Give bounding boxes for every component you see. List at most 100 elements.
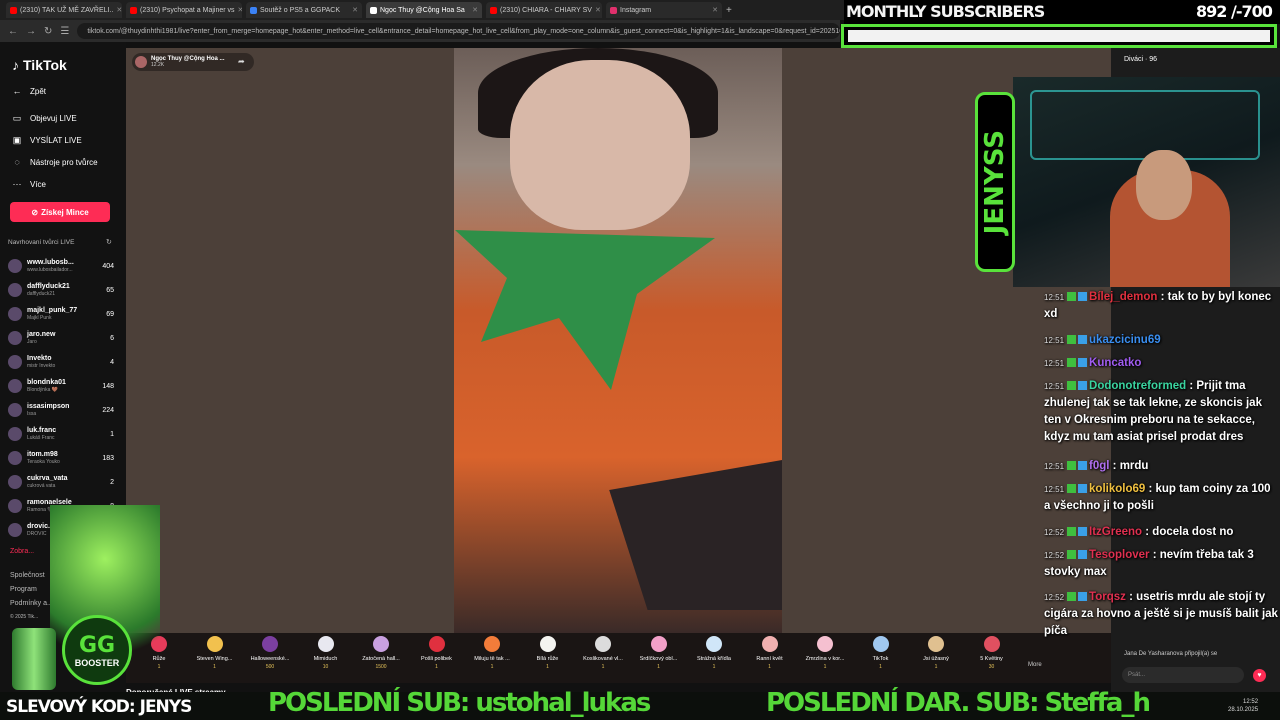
badge-icon — [1078, 527, 1088, 536]
site-info-icon[interactable]: ☰ — [60, 26, 69, 37]
viewer-count[interactable]: Diváci · 96 — [1124, 56, 1157, 63]
monthly-subs-title: MONTHLY SUBSCRIBERS — [846, 2, 1045, 21]
gift-item[interactable]: Mimiduch 10 — [297, 636, 355, 678]
avatar — [8, 355, 22, 369]
gift-item[interactable]: TikTok 1 — [852, 636, 910, 678]
live-tv-icon: ▭ — [12, 113, 22, 123]
gift-item[interactable]: Jsi úžasný 1 — [907, 636, 965, 678]
browser-tab[interactable]: (2310) CHIARA - CHIARY SV ✕ — [486, 2, 602, 18]
get-coins-button[interactable]: ⊘ Získej Mince — [10, 202, 110, 222]
gift-item[interactable]: Strážná křídla 1 — [685, 636, 743, 678]
gift-item[interactable]: Pošli polibek 1 — [408, 636, 466, 678]
site-icon — [250, 6, 257, 14]
close-icon[interactable]: ✕ — [712, 6, 718, 14]
gift-item[interactable]: Steven Wing... 1 — [186, 636, 244, 678]
close-icon[interactable]: ✕ — [352, 6, 358, 14]
menu-explore-live[interactable]: ▭ Objevuj LIVE — [12, 113, 77, 124]
forward-arrow-icon[interactable]: → — [26, 26, 36, 37]
tiktok-logo[interactable]: ♪ TikTok — [12, 57, 67, 73]
gift-item[interactable]: Ranní květ 1 — [741, 636, 799, 678]
creator-item[interactable]: itom.m98 Teraoka Youko 183 — [8, 447, 114, 469]
address-bar-row: ← → ↻ ☰ tiktok.com/@thuydinhthi1981/live… — [0, 20, 840, 42]
gift-item[interactable]: Srdíčkový obl... 1 — [630, 636, 688, 678]
gift-item[interactable]: Bílá růže 1 — [519, 636, 577, 678]
avatar — [8, 259, 22, 273]
show-more-link[interactable]: Zobra... — [10, 548, 34, 555]
gift-icon — [206, 636, 223, 652]
gift-item[interactable]: Zmrzlina v kor... 1 — [796, 636, 854, 678]
avatar — [8, 427, 22, 441]
more-gifts-button[interactable]: More — [1028, 662, 1042, 668]
gift-item[interactable]: Zatočená hall... 1500 — [352, 636, 410, 678]
refresh-icon[interactable]: ↻ — [106, 238, 112, 246]
creator-item[interactable]: cukrva_vata cukrová vata 2 — [8, 471, 114, 493]
menu-go-live[interactable]: ▣ VYSÍLAT LIVE — [12, 135, 82, 146]
avatar — [135, 56, 147, 68]
gift-icon — [928, 636, 944, 652]
chat-message: 12:52 ItzGreeno : docela dost no — [1044, 526, 1234, 538]
video-face-shape — [510, 60, 690, 230]
avatar — [8, 307, 22, 321]
chat-username: Bílej_demon — [1089, 291, 1158, 303]
chat-username: Torqsz — [1089, 591, 1126, 603]
creator-item[interactable]: issasimpson Issa 224 — [8, 399, 114, 421]
gift-icon — [262, 636, 278, 652]
new-tab-button[interactable]: + — [726, 5, 732, 16]
creator-item[interactable]: Invekto mistr Invekto 4 — [8, 351, 114, 373]
webcam-streamer-head — [1136, 150, 1192, 220]
close-icon[interactable]: ✕ — [238, 6, 242, 14]
chat-username: Tesoplover — [1089, 549, 1150, 561]
chat-text: : docela dost no — [1142, 526, 1234, 538]
badge-icon — [1067, 550, 1077, 559]
avatar — [8, 283, 22, 297]
sponsor-can — [12, 628, 56, 690]
close-icon[interactable]: ✕ — [116, 6, 122, 14]
avatar — [8, 379, 22, 393]
tiktok-icon — [370, 6, 377, 14]
creator-item[interactable]: luk.franc Lukáš Franc 1 — [8, 423, 114, 445]
share-icon[interactable]: ➦ — [238, 57, 245, 66]
menu-more[interactable]: ··· Více — [12, 179, 47, 189]
gift-item[interactable]: Miluju tě tak ... 1 — [463, 636, 521, 678]
gift-item[interactable]: Halloweenské... 500 — [241, 636, 299, 678]
host-info[interactable]: Ngọc Thuy @Cộng Hoa ... 12.2K — [132, 53, 254, 71]
browser-tab[interactable]: (2310) TAK UŽ MĚ ZAVŘELI.. ✕ — [6, 2, 122, 18]
browser-tab[interactable]: Instagram ✕ — [606, 2, 722, 18]
creator-item[interactable]: jaro.new Jaro 6 — [8, 327, 114, 349]
browser-tab[interactable]: (2310) Psychopat a Majiner vs ✕ — [126, 2, 242, 18]
footer-link[interactable]: Podmínky a... — [10, 600, 53, 607]
badge-icon — [1067, 484, 1077, 493]
camera-icon: ▣ — [12, 135, 22, 145]
back-arrow-icon: ← — [12, 86, 22, 96]
gift-icon — [373, 636, 389, 652]
creator-item[interactable]: blondnka01 Blondýnka 🤎 148 — [8, 375, 114, 397]
heart-icon[interactable]: ♥ — [1253, 669, 1266, 682]
jenys-logo: JENYSS — [975, 92, 1015, 272]
recommended-creators-title: Navrhovaní tvůrci LIVE — [8, 239, 75, 246]
gift-icon — [706, 636, 722, 652]
close-icon[interactable]: ✕ — [472, 6, 478, 14]
url-field[interactable]: tiktok.com/@thuydinhthi1981/live?enter_f… — [77, 23, 840, 39]
gift-item[interactable]: 5 Květiny 30 — [963, 636, 1021, 678]
join-notice: Jana De Yasharanova připojil(a) se — [1124, 651, 1218, 657]
creator-item[interactable]: dafflyduck21 dafflyduck21 65 — [8, 279, 114, 301]
gift-icon — [539, 636, 556, 652]
gift-item[interactable]: Koslikované vl... 1 — [574, 636, 632, 678]
menu-creator-tools[interactable]: ◌ Nástroje pro tvůrce — [12, 157, 97, 167]
gg-booster-logo: GG BOOSTER — [62, 615, 132, 685]
gift-icon — [428, 636, 445, 652]
creator-item[interactable]: majkl_punk_77 Majkl Punk 69 — [8, 303, 114, 325]
chat-input[interactable]: Psát... — [1122, 667, 1244, 683]
reload-icon[interactable]: ↻ — [44, 26, 52, 37]
chat-message: 12:51 kolikolo69 : kup tam coiny za 100 a… — [1044, 483, 1271, 512]
creator-item[interactable]: www.lubosb... www.lubosbailador... 404 — [8, 255, 114, 277]
close-icon[interactable]: ✕ — [595, 6, 601, 14]
badge-icon — [1067, 381, 1077, 390]
footer-link[interactable]: Program — [10, 586, 37, 593]
browser-tab-active[interactable]: Ngọc Thuy @Cộng Hoa Sa ✕ — [366, 2, 482, 18]
badge-icon — [1078, 381, 1088, 390]
footer-link[interactable]: Společnost — [10, 572, 45, 579]
back-link[interactable]: ← Zpět — [12, 86, 47, 96]
browser-tab[interactable]: Soutěž o PS5 a GGPACK ✕ — [246, 2, 362, 18]
back-arrow-icon[interactable]: ← — [8, 26, 18, 37]
